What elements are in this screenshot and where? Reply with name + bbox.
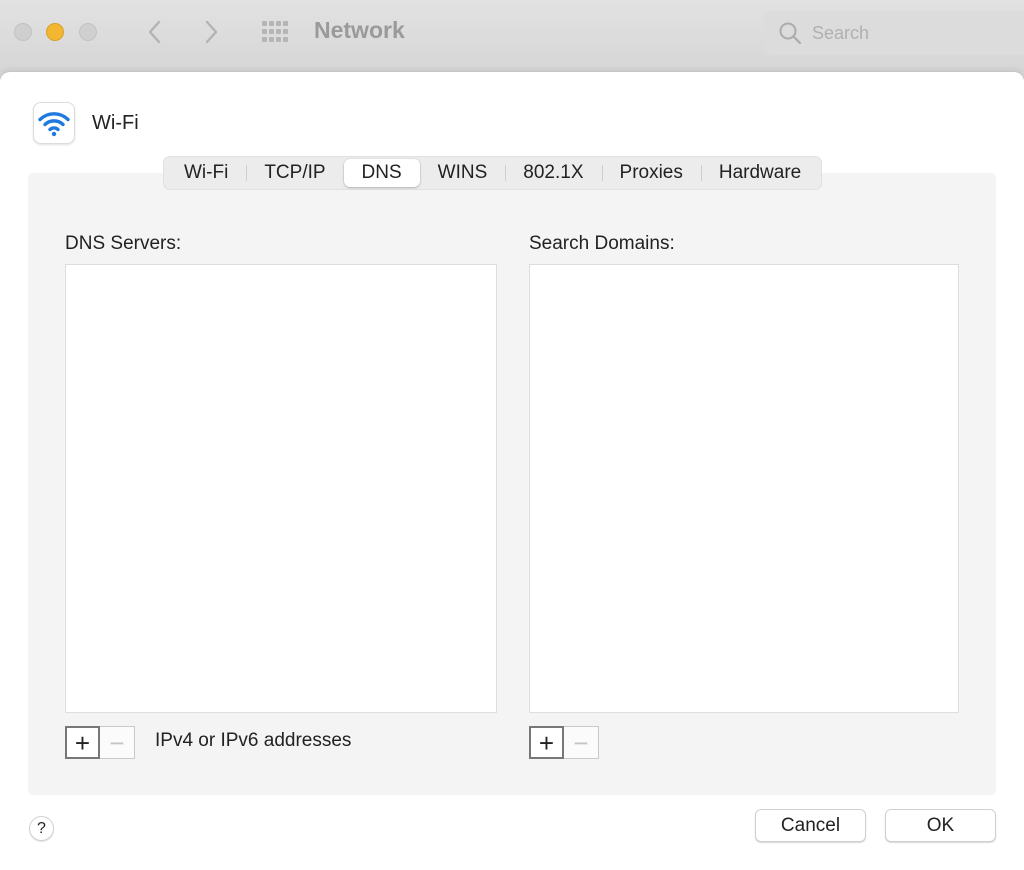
remove-search-domain-button[interactable]: − bbox=[564, 726, 599, 759]
tab-wifi[interactable]: Wi-Fi bbox=[166, 159, 246, 187]
cancel-button[interactable]: Cancel bbox=[755, 809, 866, 842]
dns-servers-label: DNS Servers: bbox=[65, 233, 181, 255]
search-domains-add-remove: + − bbox=[529, 726, 599, 759]
tab-8021x[interactable]: 802.1X bbox=[505, 159, 601, 187]
chevron-left-icon bbox=[147, 20, 161, 44]
dns-servers-hint: IPv4 or IPv6 addresses bbox=[155, 730, 351, 752]
forward-button[interactable] bbox=[194, 14, 230, 50]
service-icon bbox=[33, 102, 75, 144]
service-name: Wi-Fi bbox=[92, 112, 139, 135]
window-toolbar: Network bbox=[0, 0, 1024, 72]
zoom-window-button[interactable] bbox=[79, 23, 97, 41]
back-button[interactable] bbox=[136, 14, 172, 50]
tab-bar: Wi-Fi TCP/IP DNS WINS 802.1X Proxies Har… bbox=[163, 156, 822, 190]
close-window-button[interactable] bbox=[14, 23, 32, 41]
window-title: Network bbox=[314, 17, 405, 44]
help-button[interactable]: ? bbox=[29, 816, 54, 841]
tab-tcpip[interactable]: TCP/IP bbox=[246, 159, 343, 187]
tab-wins[interactable]: WINS bbox=[420, 159, 506, 187]
search-domains-label: Search Domains: bbox=[529, 233, 675, 255]
remove-dns-server-button[interactable]: − bbox=[100, 726, 135, 759]
search-field[interactable] bbox=[764, 11, 1024, 55]
add-search-domain-button[interactable]: + bbox=[529, 726, 564, 759]
dns-servers-add-remove: + − bbox=[65, 726, 135, 759]
search-input[interactable] bbox=[812, 21, 1012, 45]
show-all-grid-icon[interactable] bbox=[258, 18, 294, 46]
add-dns-server-button[interactable]: + bbox=[65, 726, 100, 759]
chevron-right-icon bbox=[205, 20, 219, 44]
tab-hardware[interactable]: Hardware bbox=[701, 159, 819, 187]
tab-proxies[interactable]: Proxies bbox=[602, 159, 701, 187]
search-domains-list[interactable] bbox=[529, 264, 959, 713]
wifi-icon bbox=[37, 109, 71, 137]
tab-dns[interactable]: DNS bbox=[344, 159, 420, 187]
dns-settings-sheet: Wi-Fi Wi-Fi TCP/IP DNS WINS 802.1X Proxi… bbox=[0, 72, 1024, 870]
ok-button[interactable]: OK bbox=[885, 809, 996, 842]
dns-servers-list[interactable] bbox=[65, 264, 497, 713]
minimize-window-button[interactable] bbox=[46, 23, 64, 41]
search-icon bbox=[778, 21, 802, 45]
